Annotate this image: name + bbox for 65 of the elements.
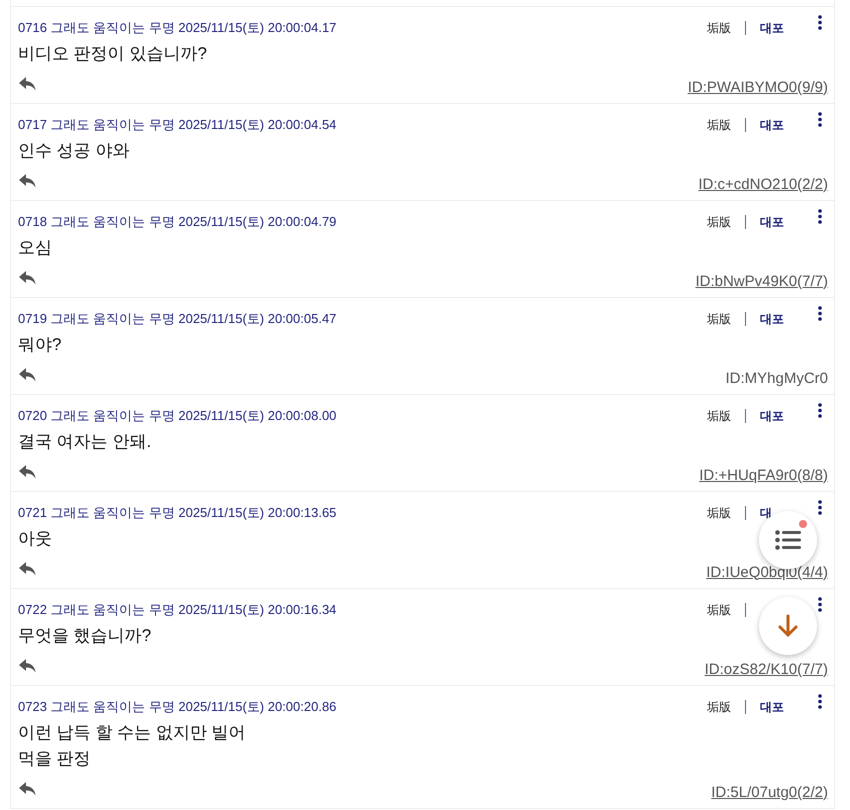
post-count-link[interactable]: (2/2) xyxy=(797,176,828,192)
post-message: 무엇을 했습니까? xyxy=(18,625,152,647)
quote-link[interactable]: 대포 xyxy=(760,214,784,230)
reply-icon[interactable] xyxy=(19,271,36,285)
quote-link[interactable]: 대포 xyxy=(760,310,784,328)
quote-link[interactable]: 대포 xyxy=(760,116,784,134)
id-link[interactable]: ID:IUeQ0bql0 xyxy=(706,564,798,580)
post-count-link[interactable]: (8/8) xyxy=(797,466,828,484)
post-header: 0722 그래도 움직이는 무명 2025/11/15(토) 20:00:16.34 xyxy=(18,601,338,619)
reply-icon[interactable] xyxy=(19,465,36,479)
post-message: 오심 xyxy=(18,237,52,259)
id-text: ID:MYhgMyCr0 xyxy=(725,370,828,386)
id-link[interactable]: ID:ozS82/K10 xyxy=(704,660,798,678)
more-icon[interactable] xyxy=(818,500,822,515)
id-link[interactable]: ID:bNwPv49K0 xyxy=(695,272,798,290)
more-icon[interactable] xyxy=(818,403,822,418)
report-link[interactable]: 垢版 xyxy=(707,116,731,134)
scroll-down-button[interactable] xyxy=(759,597,817,655)
quote-link[interactable]: 대포 xyxy=(760,698,784,716)
report-link[interactable]: 垢版 xyxy=(707,504,731,522)
list-icon xyxy=(775,530,801,550)
reply-icon[interactable] xyxy=(19,368,36,382)
post-header: 0719 그래도 움직이는 무명 2025/11/15(토) 20:00:05.47 xyxy=(18,310,338,328)
more-icon[interactable] xyxy=(818,306,822,321)
post-message: 인수 성공 야와 xyxy=(18,140,130,162)
report-link[interactable]: 垢版 xyxy=(707,602,731,618)
post-message: 비디오 판정이 있습니까? xyxy=(18,43,207,65)
post-count-link[interactable]: (4/4) xyxy=(797,564,828,580)
post-count-link[interactable]: (9/9) xyxy=(797,78,828,96)
reply-icon[interactable] xyxy=(19,77,36,91)
more-icon[interactable] xyxy=(818,694,822,709)
reply-icon[interactable] xyxy=(19,562,36,576)
post-message: 뭐야? xyxy=(18,334,62,356)
post-message: 이런 납득 할 수는 없지만 빌어 먹을 판정 xyxy=(18,722,246,770)
report-link[interactable]: 垢版 xyxy=(707,698,731,716)
quote-link[interactable]: 대포 xyxy=(760,20,784,36)
post-header: 0723 그래도 움직이는 무명 2025/11/15(토) 20:00:20.86 xyxy=(18,698,338,716)
reply-icon[interactable] xyxy=(19,782,36,796)
post-message: 아웃 xyxy=(18,528,52,550)
post-count-link[interactable]: (7/7) xyxy=(797,272,828,290)
reply-icon[interactable] xyxy=(19,174,36,188)
quote-link[interactable]: 대포 xyxy=(760,408,784,424)
id-link[interactable]: ID:+HUqFA9r0 xyxy=(699,466,798,484)
more-icon[interactable] xyxy=(818,209,822,224)
id-link[interactable]: ID:c+cdNO210 xyxy=(698,176,798,192)
report-link[interactable]: 垢版 xyxy=(707,310,731,328)
quote-link[interactable]: 대 xyxy=(760,504,772,522)
post-header: 0720 그래도 움직이는 무명 2025/11/15(토) 20:00:08.00 xyxy=(18,407,338,425)
id-link[interactable]: ID:5L/07utg0 xyxy=(711,784,798,800)
post-count-link[interactable]: (7/7) xyxy=(797,660,828,678)
post-message: 결국 여자는 안돼. xyxy=(18,431,152,453)
reply-icon[interactable] xyxy=(19,659,36,673)
report-link[interactable]: 垢版 xyxy=(707,214,731,230)
more-icon[interactable] xyxy=(818,112,822,127)
post-header: 0716 그래도 움직이는 무명 2025/11/15(토) 20:00:04.17 xyxy=(18,19,338,37)
post-header: 0717 그래도 움직이는 무명 2025/11/15(토) 20:00:04.54 xyxy=(18,116,338,134)
post-header: 0721 그래도 움직이는 무명 2025/11/15(토) 20:00:13.65 xyxy=(18,504,338,522)
id-link[interactable]: ID:PWAIBYMO0 xyxy=(688,78,798,96)
more-icon[interactable] xyxy=(818,597,822,612)
arrow-down-icon xyxy=(778,614,798,638)
more-icon[interactable] xyxy=(818,15,822,30)
report-link[interactable]: 垢版 xyxy=(707,408,731,424)
report-link[interactable]: 垢版 xyxy=(707,20,731,36)
post-count-link[interactable]: (2/2) xyxy=(797,784,828,800)
post-header: 0718 그래도 움직이는 무명 2025/11/15(토) 20:00:04.79 xyxy=(18,213,338,231)
